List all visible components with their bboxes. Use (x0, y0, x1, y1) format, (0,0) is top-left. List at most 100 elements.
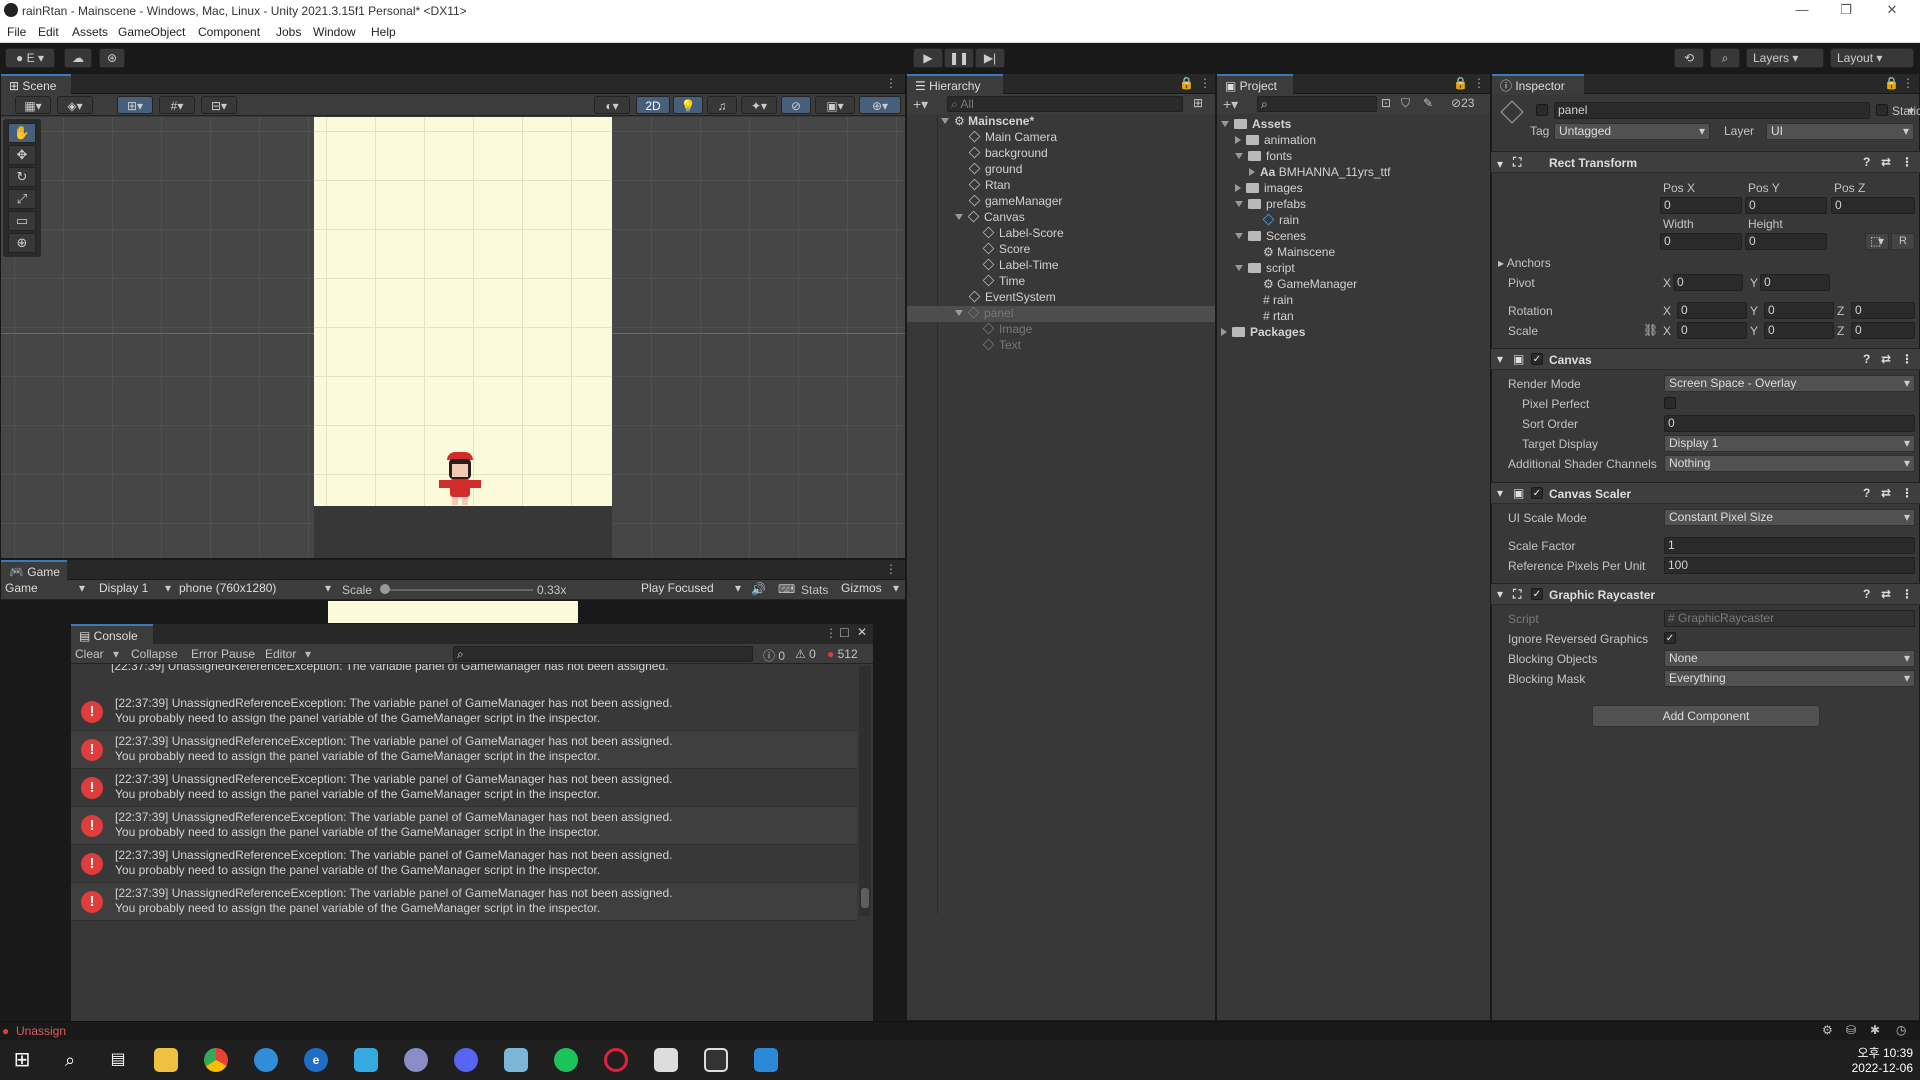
tab-project[interactable]: ▣ Project (1217, 74, 1293, 95)
search-by-type-icon[interactable]: ⊡ (1381, 96, 1391, 110)
render-icon[interactable]: ◐▾ (594, 96, 630, 114)
inspector-more-icon[interactable]: ⋮ (1902, 76, 1914, 90)
preset-icon[interactable]: ⇄ (1881, 155, 1891, 169)
reference-ppu-input[interactable]: 100 (1664, 557, 1915, 574)
menu-help[interactable]: Help (371, 25, 396, 39)
raw-edit-button[interactable]: R (1891, 233, 1915, 250)
active-checkbox[interactable] (1536, 104, 1548, 116)
list-item[interactable]: Assets (1221, 117, 1291, 131)
game-view-dropdown[interactable]: Game (1, 581, 89, 598)
list-item[interactable]: Image (982, 322, 1032, 336)
clear-options-icon[interactable]: ▾ (113, 647, 119, 661)
rotate-tool-icon[interactable]: ↻ (8, 167, 36, 187)
component-more-icon[interactable]: ⋮ (1901, 486, 1913, 500)
tab-game[interactable]: 🎮 Game (1, 560, 67, 581)
scene-visibility-icon[interactable]: ⊞ (1193, 96, 1203, 110)
pivot-y-input[interactable]: 0 (1760, 274, 1830, 291)
search-icon[interactable]: ⌕ (58, 1048, 82, 1072)
rtan-character-sprite[interactable] (437, 452, 483, 508)
list-item[interactable]: ⚙ GameManager (1263, 277, 1357, 291)
menu-jobs[interactable]: Jobs (276, 25, 301, 39)
hierarchy-more-icon[interactable]: ⋮ (1199, 76, 1211, 90)
list-item[interactable]: Scenes (1235, 229, 1306, 243)
paint-icon[interactable] (404, 1048, 428, 1072)
help-icon[interactable]: ? (1863, 155, 1870, 169)
scale-slider[interactable] (383, 589, 533, 591)
clock-date[interactable]: 2022-12-06 (1845, 1061, 1913, 1075)
menu-file[interactable]: File (7, 25, 26, 39)
list-item[interactable]: ⚙ Mainscene (1263, 245, 1335, 259)
canvas-scaler-enabled-checkbox[interactable]: ✓ (1531, 487, 1543, 499)
menu-window[interactable]: Window (313, 25, 356, 39)
notes-icon[interactable] (504, 1048, 528, 1072)
width-input[interactable]: 0 (1660, 233, 1742, 250)
list-item[interactable]: # rain (1263, 293, 1293, 307)
vscode-icon[interactable] (754, 1048, 778, 1072)
snap-increment-icon[interactable]: ⊟▾ (201, 96, 237, 114)
list-item[interactable]: script (1235, 261, 1295, 275)
menu-component[interactable]: Component (198, 25, 260, 39)
gizmos-icon[interactable]: ⊕▾ (859, 96, 901, 114)
tab-inspector[interactable]: ⓘ Inspector (1492, 74, 1584, 95)
game-more-icon[interactable]: ⋮ (885, 562, 897, 576)
mute-audio-icon[interactable]: 🔊 (751, 582, 766, 596)
collapse-button[interactable]: Collapse (131, 647, 178, 661)
lock-icon[interactable]: 🔒 (1453, 76, 1468, 90)
expand-arrow-icon[interactable]: ▾ (1497, 157, 1503, 171)
link-icon[interactable]: ⛓ (1643, 323, 1658, 337)
clear-button[interactable]: Clear (75, 647, 104, 661)
console-search-input[interactable]: ⌕ (453, 646, 753, 662)
list-item[interactable]: ! [22:37:39] UnassignedReferenceException… (71, 883, 857, 921)
rect-tool-icon[interactable]: ▭ (8, 211, 36, 231)
internet-explorer-icon[interactable]: e (304, 1048, 328, 1072)
shading-icon[interactable]: ◈▾ (57, 96, 93, 114)
console-scrollbar[interactable] (859, 666, 871, 916)
list-item[interactable]: ! [22:37:39] UnassignedReferenceException… (71, 693, 857, 731)
console-more-icon[interactable]: ⋮ (825, 626, 837, 640)
search-by-label-icon[interactable]: ⛉ (1401, 96, 1410, 111)
component-more-icon[interactable]: ⋮ (1901, 155, 1913, 169)
gizmos-dropdown[interactable]: Gizmos (837, 581, 903, 598)
canvas-header[interactable]: ▾ ▣ ✓ Canvas ? ⇄ ⋮ (1491, 348, 1920, 370)
edge-icon[interactable] (254, 1048, 278, 1072)
list-item[interactable]: gameManager (968, 194, 1062, 208)
messenger-icon[interactable] (554, 1048, 578, 1072)
raycaster-enabled-checkbox[interactable]: ✓ (1531, 588, 1543, 600)
shader-channels-dropdown[interactable]: Nothing (1664, 455, 1915, 472)
close-icon[interactable]: ✕ (857, 625, 867, 639)
lock-icon[interactable]: 🔒 (1179, 76, 1194, 90)
cloud-icon[interactable]: ☁ (64, 48, 92, 68)
list-item[interactable]: Canvas (955, 210, 1025, 224)
menu-assets[interactable]: Assets (72, 25, 108, 39)
list-item[interactable]: Main Camera (968, 130, 1057, 144)
editor-dropdown[interactable]: Editor (265, 647, 296, 661)
ignore-reversed-checkbox[interactable]: ✓ (1664, 632, 1676, 644)
error-count[interactable]: ● 512 (827, 647, 858, 661)
graphic-raycaster-header[interactable]: ▾ ⛶ ✓ Graphic Raycaster ? ⇄ ⋮ (1491, 583, 1920, 605)
canvas-enabled-checkbox[interactable]: ✓ (1531, 353, 1543, 365)
add-icon[interactable]: +▾ (913, 96, 928, 113)
rotation-y-input[interactable]: 0 (1764, 302, 1834, 319)
blocking-objects-dropdown[interactable]: None (1664, 650, 1915, 667)
effects-icon[interactable]: ✦▾ (741, 96, 777, 114)
windows-start-icon[interactable]: ⊞ (10, 1048, 34, 1072)
move-tool-icon[interactable]: ✥ (8, 145, 36, 165)
scene-more-icon[interactable]: ⋮ (885, 76, 897, 90)
hand-tool-icon[interactable]: ✋ (8, 123, 36, 143)
file-explorer-icon[interactable] (154, 1048, 178, 1072)
list-item[interactable]: ! [22:37:39] UnassignedReferenceException… (71, 807, 857, 845)
blueprint-mode-button[interactable]: ⬚ (1865, 233, 1889, 250)
expand-arrow-icon[interactable]: ▾ (1497, 486, 1503, 500)
hidden-packages-count[interactable]: ⊘23 (1451, 96, 1474, 110)
preset-icon[interactable]: ⇄ (1881, 352, 1891, 366)
static-dropdown-icon[interactable]: ▾ (1908, 104, 1914, 118)
unity-editor-icon[interactable] (704, 1048, 728, 1072)
hidden-objects-icon[interactable]: ⊘ (781, 96, 811, 114)
scene-viewport[interactable]: ✋ ✥ ↻ ⤢ ▭ ⊕ (1, 117, 905, 558)
list-item[interactable]: prefabs (1235, 197, 1306, 211)
list-item[interactable]: fonts (1235, 149, 1292, 163)
static-checkbox[interactable] (1876, 104, 1888, 116)
display-dropdown[interactable]: Display 1 (95, 581, 175, 598)
pivot-x-input[interactable]: 0 (1673, 274, 1743, 291)
list-item[interactable]: ! [22:37:39] UnassignedReferenceException… (71, 731, 857, 769)
